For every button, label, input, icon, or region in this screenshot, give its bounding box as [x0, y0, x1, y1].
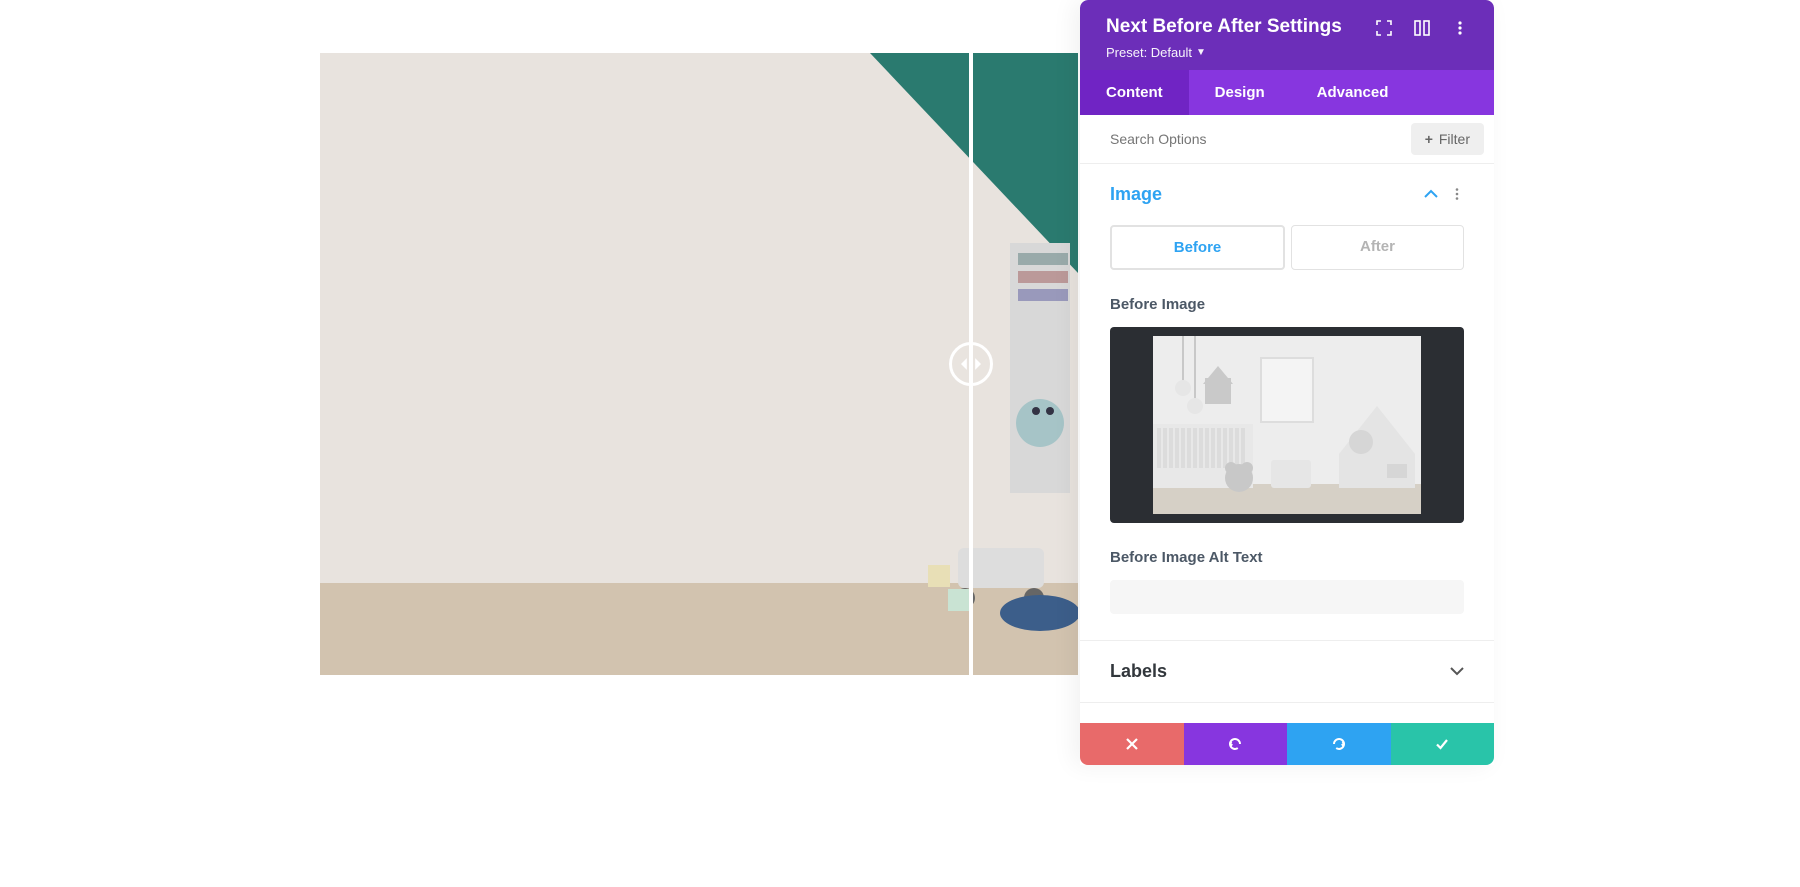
cancel-button[interactable]: [1080, 723, 1184, 765]
pill-after[interactable]: After: [1291, 225, 1464, 270]
kebab-icon[interactable]: [1450, 187, 1464, 201]
tab-advanced[interactable]: Advanced: [1291, 70, 1415, 115]
check-icon: [1435, 737, 1449, 751]
search-input[interactable]: [1110, 131, 1411, 147]
preset-label: Preset: Default: [1106, 45, 1192, 60]
section-labels-title: Labels: [1110, 661, 1167, 682]
alt-text-input[interactable]: [1110, 580, 1464, 614]
chevron-up-icon: [1424, 187, 1438, 201]
save-button[interactable]: [1391, 723, 1495, 765]
before-image-label: Before Image: [1110, 296, 1464, 313]
before-image-thumbnail: [1153, 336, 1421, 514]
preset-dropdown[interactable]: Preset: Default ▼: [1106, 45, 1342, 60]
filter-button[interactable]: + Filter: [1411, 123, 1484, 155]
close-icon: [1125, 737, 1139, 751]
section-image: Image Before After Before Image: [1080, 164, 1494, 641]
section-labels: Labels: [1080, 641, 1494, 703]
redo-icon: [1332, 737, 1346, 751]
tab-content[interactable]: Content: [1080, 70, 1189, 115]
drag-arrows-icon: [961, 357, 981, 371]
section-link-head[interactable]: Link: [1080, 703, 1494, 723]
caret-down-icon: ▼: [1196, 47, 1206, 58]
tab-design[interactable]: Design: [1189, 70, 1291, 115]
plus-icon: +: [1425, 131, 1433, 147]
panel-title: Next Before After Settings: [1106, 16, 1342, 39]
search-row: + Filter: [1080, 115, 1494, 164]
alt-text-label: Before Image Alt Text: [1110, 549, 1464, 566]
undo-button[interactable]: [1184, 723, 1288, 765]
kebab-icon: [1452, 20, 1468, 36]
slider-handle[interactable]: [949, 342, 993, 386]
pill-before[interactable]: Before: [1110, 225, 1285, 270]
panel-body: Image Before After Before Image: [1080, 164, 1494, 723]
expand-icon: [1376, 20, 1392, 36]
section-link: Link: [1080, 703, 1494, 723]
section-image-title: Image: [1110, 184, 1162, 205]
before-after-toggle: Before After: [1110, 225, 1464, 270]
settings-panel: Next Before After Settings Preset: Defau…: [1080, 0, 1494, 765]
more-button[interactable]: [1450, 18, 1470, 41]
panel-footer: [1080, 723, 1494, 765]
before-image-picker[interactable]: [1110, 327, 1464, 523]
chevron-down-icon: [1450, 664, 1464, 678]
columns-icon: [1414, 20, 1430, 36]
section-image-head[interactable]: Image: [1080, 164, 1494, 225]
panel-header: Next Before After Settings Preset: Defau…: [1080, 0, 1494, 70]
before-after-preview[interactable]: Before: [320, 53, 1078, 675]
panel-tabs: Content Design Advanced: [1080, 70, 1494, 115]
expand-button[interactable]: [1374, 18, 1394, 41]
undo-icon: [1228, 737, 1242, 751]
snap-button[interactable]: [1412, 18, 1432, 41]
filter-label: Filter: [1439, 131, 1470, 147]
redo-button[interactable]: [1287, 723, 1391, 765]
section-labels-head[interactable]: Labels: [1080, 641, 1494, 702]
